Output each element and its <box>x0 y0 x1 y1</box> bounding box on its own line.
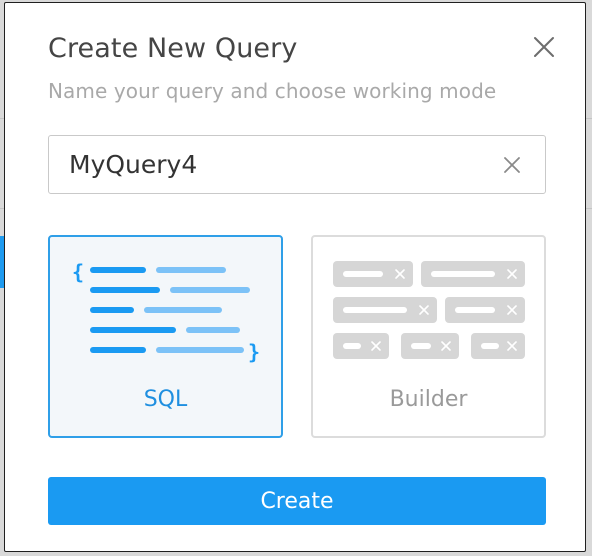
code-lines-icon: { } <box>72 260 260 364</box>
mode-label-sql: SQL <box>143 387 188 412</box>
create-button[interactable]: Create <box>48 477 546 525</box>
dialog-subtitle: Name your query and choose working mode <box>48 79 497 103</box>
mode-label-builder: Builder <box>389 387 468 412</box>
query-name-field <box>48 135 546 194</box>
create-query-dialog: Create New Query Name your query and cho… <box>4 2 586 552</box>
close-icon <box>534 37 554 57</box>
dialog-title: Create New Query <box>48 33 298 64</box>
query-builder-chips-icon <box>333 261 525 359</box>
mode-option-builder[interactable]: Builder <box>311 235 546 438</box>
clear-icon <box>504 157 520 173</box>
close-button[interactable] <box>530 33 558 61</box>
svg-text:}: } <box>248 340 260 364</box>
svg-text:{: { <box>72 260 84 284</box>
clear-input-button[interactable] <box>501 154 523 176</box>
mode-option-sql[interactable]: { } SQL <box>48 235 283 438</box>
query-name-input[interactable] <box>69 136 489 193</box>
